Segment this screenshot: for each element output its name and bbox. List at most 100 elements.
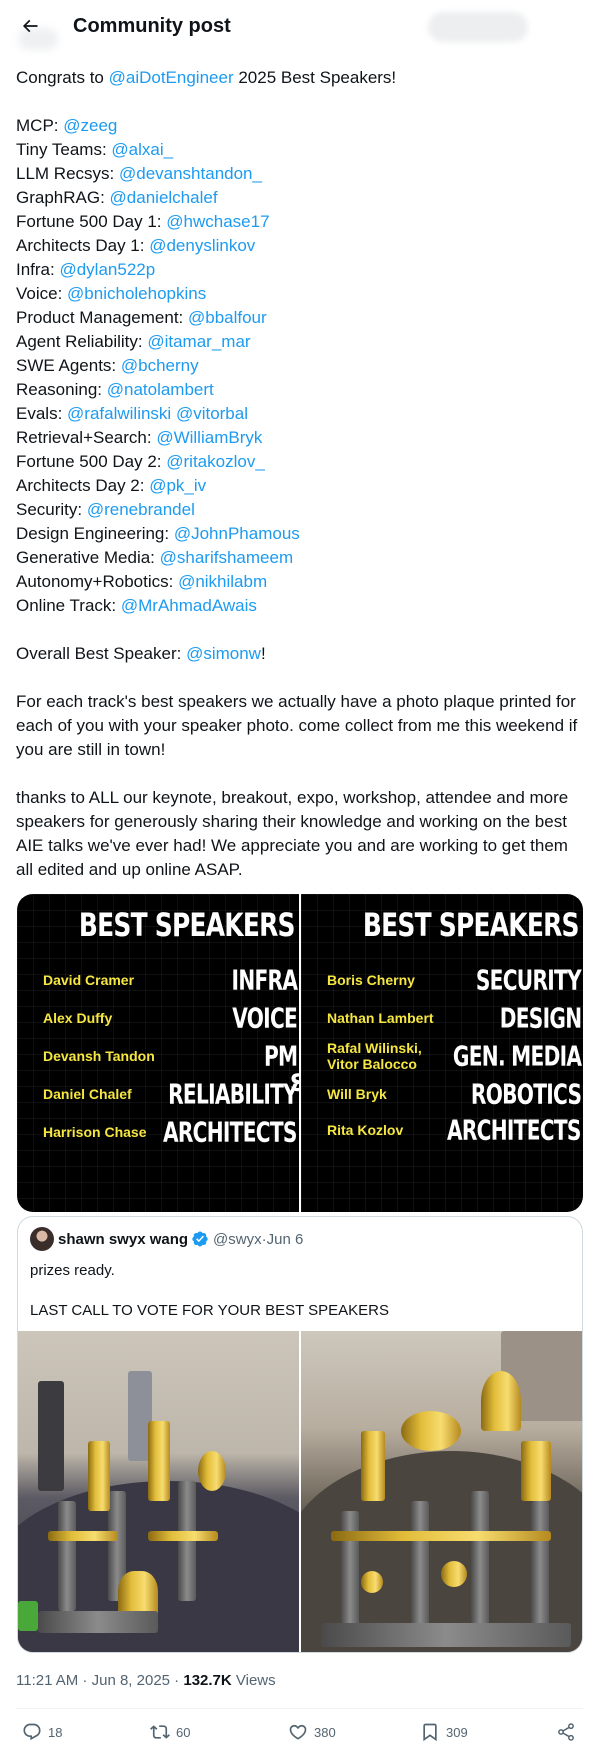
best-speakers-image-2[interactable]: BEST SPEAKERS D Boris ChernySECURITYNath… <box>301 894 583 1212</box>
award-track-label: Retrieval+Search: <box>16 428 157 447</box>
mention-link[interactable]: @simonw <box>186 644 261 663</box>
award-track-label: Online Track: <box>16 596 121 615</box>
best-speakers-image-1[interactable]: BEST SPEAKERS S D David CramerINFRAAlex … <box>17 894 299 1212</box>
avatar[interactable] <box>30 1227 54 1251</box>
mention-link[interactable]: @ritakozlov_ <box>166 452 265 471</box>
award-track-label: Fortune 500 Day 2: <box>16 452 167 471</box>
trophy-star <box>481 1371 521 1431</box>
bookmark-button[interactable]: 309 <box>420 1716 468 1748</box>
blurred-header-control <box>428 12 528 42</box>
mention-link[interactable]: @renebrandel <box>87 500 195 519</box>
quoted-post[interactable]: shawn swyx wang @swyx · Jun 6 prizes rea… <box>17 1216 583 1653</box>
mention-link[interactable]: @bnicholehopkins <box>67 284 206 303</box>
track-name: PM <box>263 1039 298 1073</box>
award-track-label: Autonomy+Robotics: <box>16 572 179 591</box>
award-line: LLM Recsys: @devanshtandon_ <box>16 162 581 186</box>
mention-link[interactable]: @aiDotEngineer <box>109 68 234 87</box>
track-name: ARCHITECTS <box>447 1113 581 1147</box>
repost-count: 60 <box>176 1724 191 1740</box>
track-name: SECURITY <box>475 963 582 997</box>
trophy-shelf <box>48 1531 118 1541</box>
divider <box>16 1708 583 1709</box>
mention-link[interactable]: @pk_iv <box>149 476 206 495</box>
mention-link[interactable]: @JohnPhamous <box>174 524 300 543</box>
award-track-label: Infra: <box>16 260 60 279</box>
trophy-shelf <box>331 1531 551 1541</box>
mention-link[interactable]: @vitorbal <box>176 404 248 423</box>
award-track-label: Product Management: <box>16 308 188 327</box>
author-name[interactable]: shawn swyx wang <box>58 1231 188 1248</box>
trophies-photo-1[interactable] <box>18 1331 299 1652</box>
trophy-figure <box>148 1421 170 1501</box>
award-track-label: LLM Recsys: <box>16 164 119 183</box>
track-name: DESIGN <box>499 1001 581 1035</box>
trophy-column <box>471 1491 489 1631</box>
mention-link[interactable]: @rafalwilinski <box>67 404 171 423</box>
trophy-figure <box>88 1441 110 1511</box>
mention-link[interactable]: @danielchalef <box>110 188 218 207</box>
share-button[interactable] <box>556 1716 582 1748</box>
award-line: Architects Day 2: @pk_iv <box>16 474 581 498</box>
plaque-row: Harrison Chase ARCHITECTS <box>17 1112 299 1152</box>
quoted-text-line: prizes ready. <box>30 1262 115 1279</box>
post-date[interactable]: Jun 8, 2025 <box>92 1672 170 1689</box>
speaker-name: Boris Cherny <box>327 972 415 988</box>
person-figure <box>38 1381 64 1491</box>
author-handle[interactable]: @swyx <box>213 1231 262 1248</box>
mention-link[interactable]: @WilliamBryk <box>156 428 262 447</box>
back-button[interactable] <box>12 8 48 44</box>
mention-link[interactable]: @itamar_mar <box>147 332 250 351</box>
mention-link[interactable]: @sharifshameem <box>160 548 293 567</box>
trophy-column <box>178 1481 196 1601</box>
award-line: SWE Agents: @bcherny <box>16 354 581 378</box>
mention-link[interactable]: @devanshtandon_ <box>119 164 262 183</box>
post-date[interactable]: Jun 6 <box>267 1231 304 1248</box>
trophy-shelf <box>148 1531 218 1541</box>
mention-link[interactable]: @MrAhmadAwais <box>121 596 257 615</box>
award-track-label: Design Engineering: <box>16 524 174 543</box>
mention-link[interactable]: @bcherny <box>121 356 199 375</box>
track-name: ROBOTICS <box>470 1077 582 1111</box>
post-meta: 11:21 AM · Jun 8, 2025 · 132.7K Views <box>16 1671 276 1691</box>
award-line: Voice: @bnicholehopkins <box>16 282 581 306</box>
speaker-name: Rafal Wilinski, Vitor Balocco <box>327 1040 422 1072</box>
mention-link[interactable]: @nikhilabm <box>178 572 267 591</box>
mention-link[interactable]: @bbalfour <box>188 308 267 327</box>
separator-dot: · <box>170 1672 184 1689</box>
mention-link[interactable]: @denyslinkov <box>149 236 255 255</box>
award-track-label: Reasoning: <box>16 380 107 399</box>
award-track-label: Fortune 500 Day 1: <box>16 212 167 231</box>
plaque-row: Rafal Wilinski, Vitor Balocco GEN. MEDIA <box>301 1036 583 1076</box>
plaque-title: BEST SPEAKERS <box>79 906 296 944</box>
plaque-row: Devansh Tandon PM <box>17 1036 299 1076</box>
mention-link[interactable]: @dylan522p <box>59 260 155 279</box>
speaker-name: David Cramer <box>43 972 135 988</box>
verified-badge-icon <box>192 1231 208 1247</box>
award-line: Fortune 500 Day 2: @ritakozlov_ <box>16 450 581 474</box>
bookmark-icon <box>423 1723 437 1742</box>
award-line: Security: @renebrandel <box>16 498 581 522</box>
mention-link[interactable]: @natolambert <box>107 380 214 399</box>
track-name: ARCHITECTS <box>163 1115 297 1149</box>
mention-link[interactable]: @alxai_ <box>111 140 173 159</box>
speaker-name: Daniel Chalef <box>43 1086 132 1102</box>
quoted-text-line: LAST CALL TO VOTE FOR YOUR BEST SPEAKERS <box>30 1302 390 1319</box>
award-line: Online Track: @MrAhmadAwais <box>16 594 581 618</box>
trophy-figure <box>521 1441 551 1501</box>
award-line: Generative Media: @sharifshameem <box>16 546 581 570</box>
plaque-row: Nathan Lambert DESIGN <box>301 998 583 1038</box>
repost-button[interactable]: 60 <box>150 1716 190 1748</box>
plaque-row: Rita Kozlov ARCHITECTS <box>301 1110 583 1150</box>
trophy-cup <box>401 1411 461 1451</box>
mention-link[interactable]: @zeeg <box>63 116 117 135</box>
award-track-label: MCP: <box>16 116 64 135</box>
reply-button[interactable]: 18 <box>22 1716 62 1748</box>
award-track-label: SWE Agents: <box>16 356 121 375</box>
trophies-photo-2[interactable] <box>301 1331 582 1652</box>
speaker-name: Rita Kozlov <box>327 1122 404 1138</box>
trophy-column <box>411 1501 429 1631</box>
post-time[interactable]: 11:21 AM <box>16 1672 78 1689</box>
mention-link[interactable]: @hwchase17 <box>166 212 269 231</box>
like-button[interactable]: 380 <box>288 1716 336 1748</box>
